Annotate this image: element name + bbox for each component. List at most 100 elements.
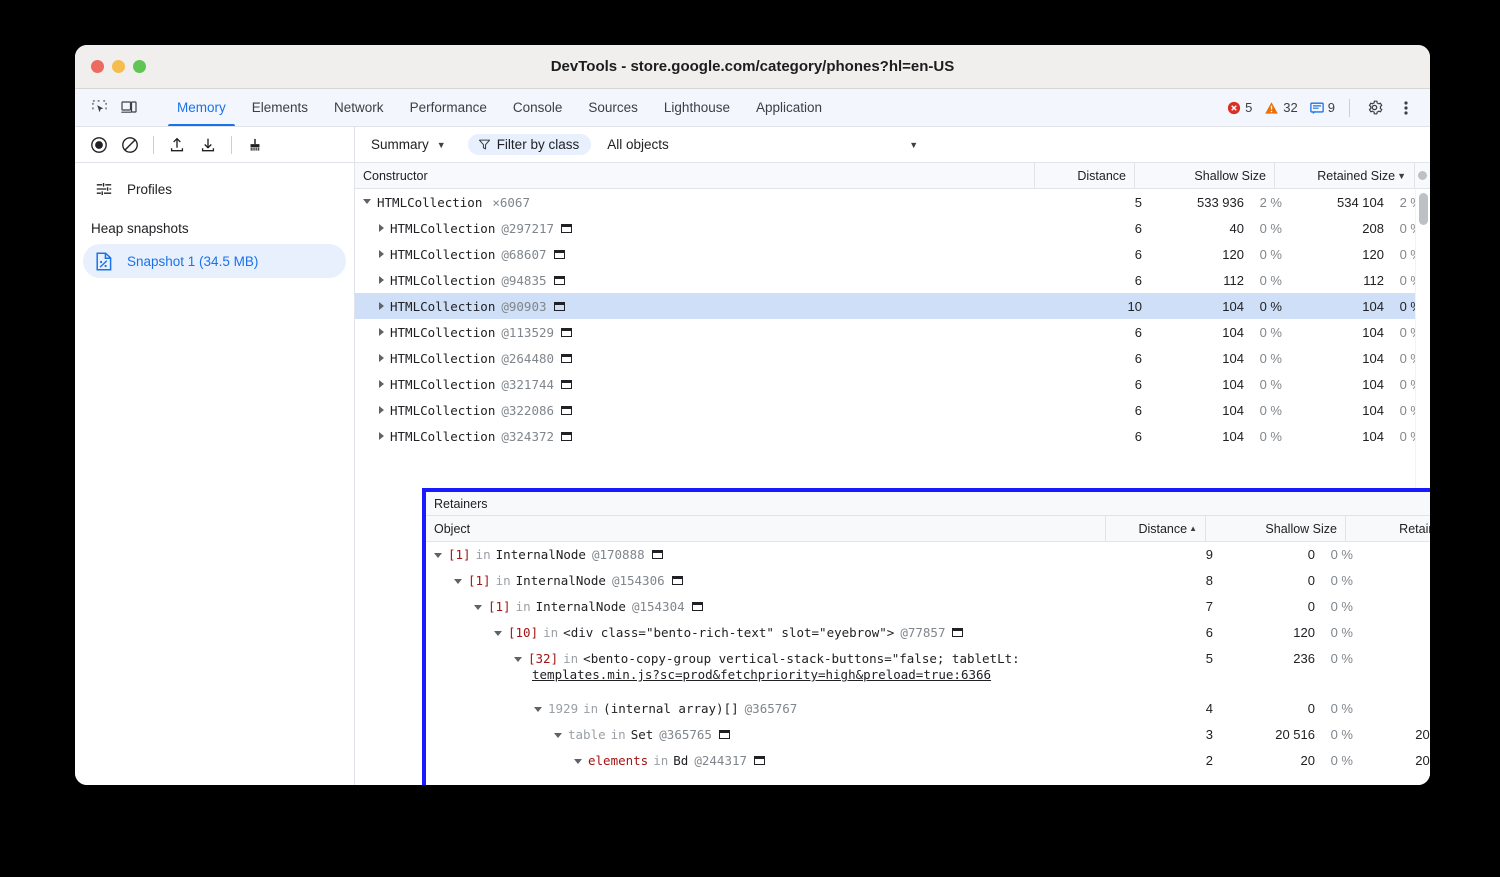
twisty-expanded-icon[interactable] [574,759,582,764]
retainer-shallow-size-cell: 1200 % [1221,625,1361,640]
retainer-row[interactable]: [1]inInternalNode@154304700 %1040 % [426,594,1430,620]
column-header-retainers-retained-size[interactable]: Retained Size [1346,516,1430,541]
tab-memory[interactable]: Memory [164,89,239,126]
info-counter[interactable]: 9 [1306,100,1339,115]
tab-sources[interactable]: Sources [575,89,651,126]
twisty-collapsed-icon[interactable] [379,432,384,440]
shallow-size-percent: 0 % [1244,429,1282,444]
retained-size-cell: 2080 % [1290,215,1430,241]
twisty-collapsed-icon[interactable] [379,406,384,414]
twisty-expanded-icon[interactable] [514,657,522,662]
retainer-row[interactable]: [32]in<bento-copy-group vertical-stack-b… [426,646,1430,696]
tab-console[interactable]: Console [500,89,576,126]
twisty-collapsed-icon[interactable] [379,250,384,258]
retained-size-cell-value: 104 [1362,377,1384,392]
retainers-grid-header: Object Distance ▲ Shallow Size Retained … [426,516,1430,542]
gear-icon[interactable] [1360,95,1388,121]
retainer-edge-name: table [568,727,606,742]
retainer-retained-size-cell: 1040 % [1361,573,1430,588]
retained-size-cell-value: 534 104 [1337,195,1384,210]
minimize-window-button[interactable] [112,60,125,73]
column-header-object[interactable]: Object [426,516,1106,541]
sidebar-item-profiles[interactable]: Profiles [83,173,346,205]
retainer-row[interactable]: tableinSet@365765320 5160 %20 5160 % [426,722,1430,748]
twisty-expanded-icon[interactable] [454,579,462,584]
column-header-shallow-size[interactable]: Shallow Size [1135,163,1275,188]
record-icon[interactable] [85,132,113,158]
shallow-size-cell: 1040 % [1150,423,1290,449]
twisty-collapsed-icon[interactable] [379,380,384,388]
object-id: @113529 [501,325,554,340]
table-row[interactable]: HTMLCollection@90903101040 %1040 % [355,293,1430,319]
view-type-select[interactable]: Summary ▼ [367,135,450,154]
retainer-distance-value: 9 [1206,547,1213,562]
collect-garbage-icon[interactable] [241,132,269,158]
tab-performance[interactable]: Performance [397,89,500,126]
retainer-source-link[interactable]: templates.min.js?sc=prod&fetchpriority=h… [532,667,1020,682]
twisty-collapsed-icon[interactable] [379,224,384,232]
table-row[interactable]: HTMLCollection@6860761200 %1200 % [355,241,1430,267]
retainer-row[interactable]: 1929in(internal array)[]@365767400 %00 % [426,696,1430,722]
table-row[interactable]: HTMLCollection@32437261040 %1040 % [355,423,1430,449]
column-header-constructor[interactable]: Constructor [355,163,1035,188]
twisty-collapsed-icon[interactable] [379,328,384,336]
twisty-collapsed-icon[interactable] [379,276,384,284]
more-vertical-icon[interactable] [1392,95,1420,121]
column-header-distance[interactable]: Distance [1035,163,1135,188]
constructor-name: HTMLCollection [390,273,495,288]
retainer-object-name: (internal array)[] [603,701,738,716]
retainer-row[interactable]: [10]in<div class="bento-rich-text" slot=… [426,620,1430,646]
close-window-button[interactable] [91,60,104,73]
retainer-in-keyword: in [611,727,626,742]
window-traffic-lights [75,60,146,73]
column-header-retainers-shallow-size[interactable]: Shallow Size [1206,516,1346,541]
retained-size-cell: 1040 % [1290,345,1430,371]
maximize-window-button[interactable] [133,60,146,73]
twisty-expanded-icon[interactable] [554,733,562,738]
twisty-expanded-icon[interactable] [363,199,371,204]
tab-lighthouse[interactable]: Lighthouse [651,89,743,126]
table-row[interactable]: HTMLCollection@11352961040 %1040 % [355,319,1430,345]
retainer-shallow-size-cell: 00 % [1221,573,1361,588]
filter-by-class-chip[interactable]: Filter by class [468,134,592,155]
load-profile-icon[interactable] [163,132,191,158]
inspect-element-icon[interactable] [85,95,113,121]
twisty-expanded-icon[interactable] [534,707,542,712]
shallow-size-percent: 0 % [1244,325,1282,340]
dom-node-badge-icon [692,602,703,611]
table-row[interactable]: HTMLCollection@26448061040 %1040 % [355,345,1430,371]
objects-filter-select[interactable]: All objects ▼ [607,137,1430,152]
constructor-cell: HTMLCollection@321744 [355,371,1050,397]
retainer-row[interactable]: [1]inInternalNode@154306800 %1040 % [426,568,1430,594]
save-profile-icon[interactable] [194,132,222,158]
retainer-row[interactable]: [1]inInternalNode@170888900 %1040 % [426,542,1430,568]
tab-elements[interactable]: Elements [239,89,321,126]
twisty-collapsed-icon[interactable] [379,354,384,362]
column-header-retained-size[interactable]: Retained Size ▼ [1275,163,1415,188]
clear-icon[interactable] [116,132,144,158]
twisty-expanded-icon[interactable] [474,605,482,610]
summary-scrollbar-thumb[interactable] [1419,193,1428,225]
heap-snapshot-icon [95,252,113,271]
shallow-size-cell-value: 104 [1222,429,1244,444]
twisty-expanded-icon[interactable] [494,631,502,636]
shallow-size-percent: 0 % [1244,247,1282,262]
column-header-retainers-distance[interactable]: Distance ▲ [1106,516,1206,541]
table-row[interactable]: HTMLCollection@9483561120 %1120 % [355,267,1430,293]
table-row[interactable]: HTMLCollection@32174461040 %1040 % [355,371,1430,397]
warning-counter[interactable]: 32 [1260,100,1301,115]
retainer-retained-size-cell: 6920 % [1361,651,1430,666]
retained-size-cell: 1040 % [1290,423,1430,449]
table-row[interactable]: HTMLCollection@2972176400 %2080 % [355,215,1430,241]
twisty-collapsed-icon[interactable] [379,302,384,310]
distance-value: 10 [1128,299,1142,314]
twisty-expanded-icon[interactable] [434,553,442,558]
sidebar-item-snapshot-1[interactable]: Snapshot 1 (34.5 MB) [83,244,346,278]
tab-network[interactable]: Network [321,89,397,126]
table-row[interactable]: HTMLCollection@32208661040 %1040 % [355,397,1430,423]
table-row[interactable]: HTMLCollection×60675533 9362 %534 1042 % [355,189,1430,215]
tab-application[interactable]: Application [743,89,835,126]
device-toolbar-icon[interactable] [115,95,143,121]
error-counter[interactable]: 5 [1223,100,1256,115]
retainer-row[interactable]: elementsinBd@2443172200 %20 7320 % [426,748,1430,774]
